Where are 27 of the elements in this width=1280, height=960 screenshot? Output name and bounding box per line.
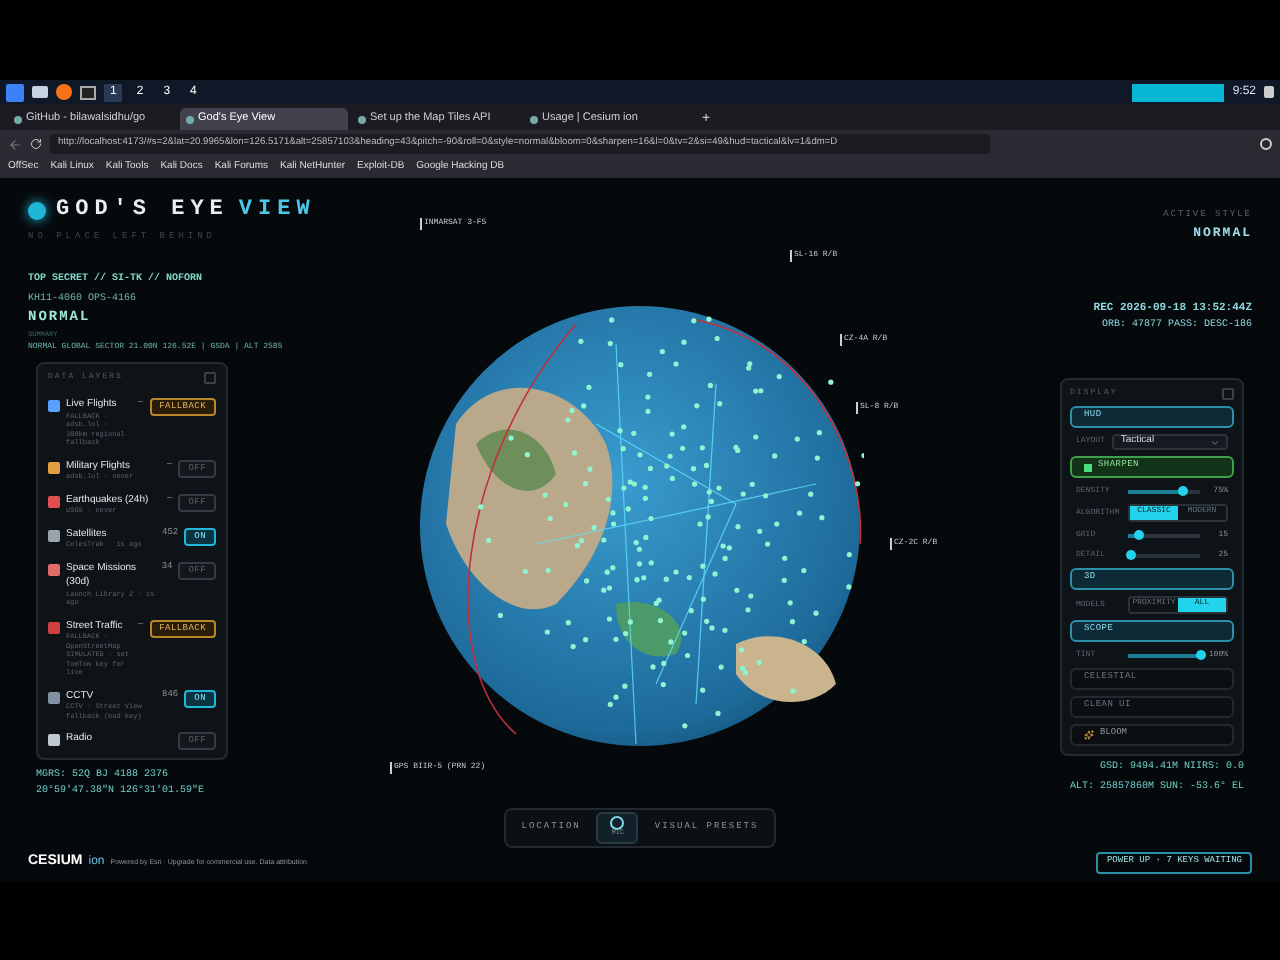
layer-icon <box>48 400 60 412</box>
lock-icon[interactable] <box>1264 86 1274 98</box>
mic-icon <box>610 816 625 831</box>
slider-thumb[interactable] <box>1126 550 1137 560</box>
eye-logo-icon <box>28 201 46 220</box>
terminal-icon[interactable] <box>80 85 96 99</box>
app-menu-icon[interactable] <box>6 83 24 101</box>
account-icon[interactable] <box>1260 138 1272 150</box>
globe-drawing[interactable] <box>416 304 864 748</box>
layer-icon <box>48 691 60 703</box>
back-icon[interactable] <box>8 137 22 151</box>
slider-thumb[interactable] <box>1195 650 1205 660</box>
layer-icon <box>48 563 60 575</box>
slider-thumb[interactable] <box>1177 486 1187 496</box>
reload-icon[interactable] <box>30 138 42 150</box>
slider-thumb[interactable] <box>1133 530 1144 540</box>
app-title: GOD'S EYE <box>56 196 229 226</box>
browser-icon[interactable] <box>56 84 72 100</box>
layer-icon <box>48 461 60 473</box>
sparkle-icon <box>1084 730 1094 740</box>
checkbox-icon <box>1084 463 1092 471</box>
app-title-accent: VIEW <box>238 196 316 226</box>
layer-icon <box>48 529 60 541</box>
layer-icon <box>48 495 60 507</box>
chevron-down-icon <box>1210 437 1220 447</box>
layer-icon <box>48 734 60 746</box>
layer-icon <box>48 621 60 633</box>
